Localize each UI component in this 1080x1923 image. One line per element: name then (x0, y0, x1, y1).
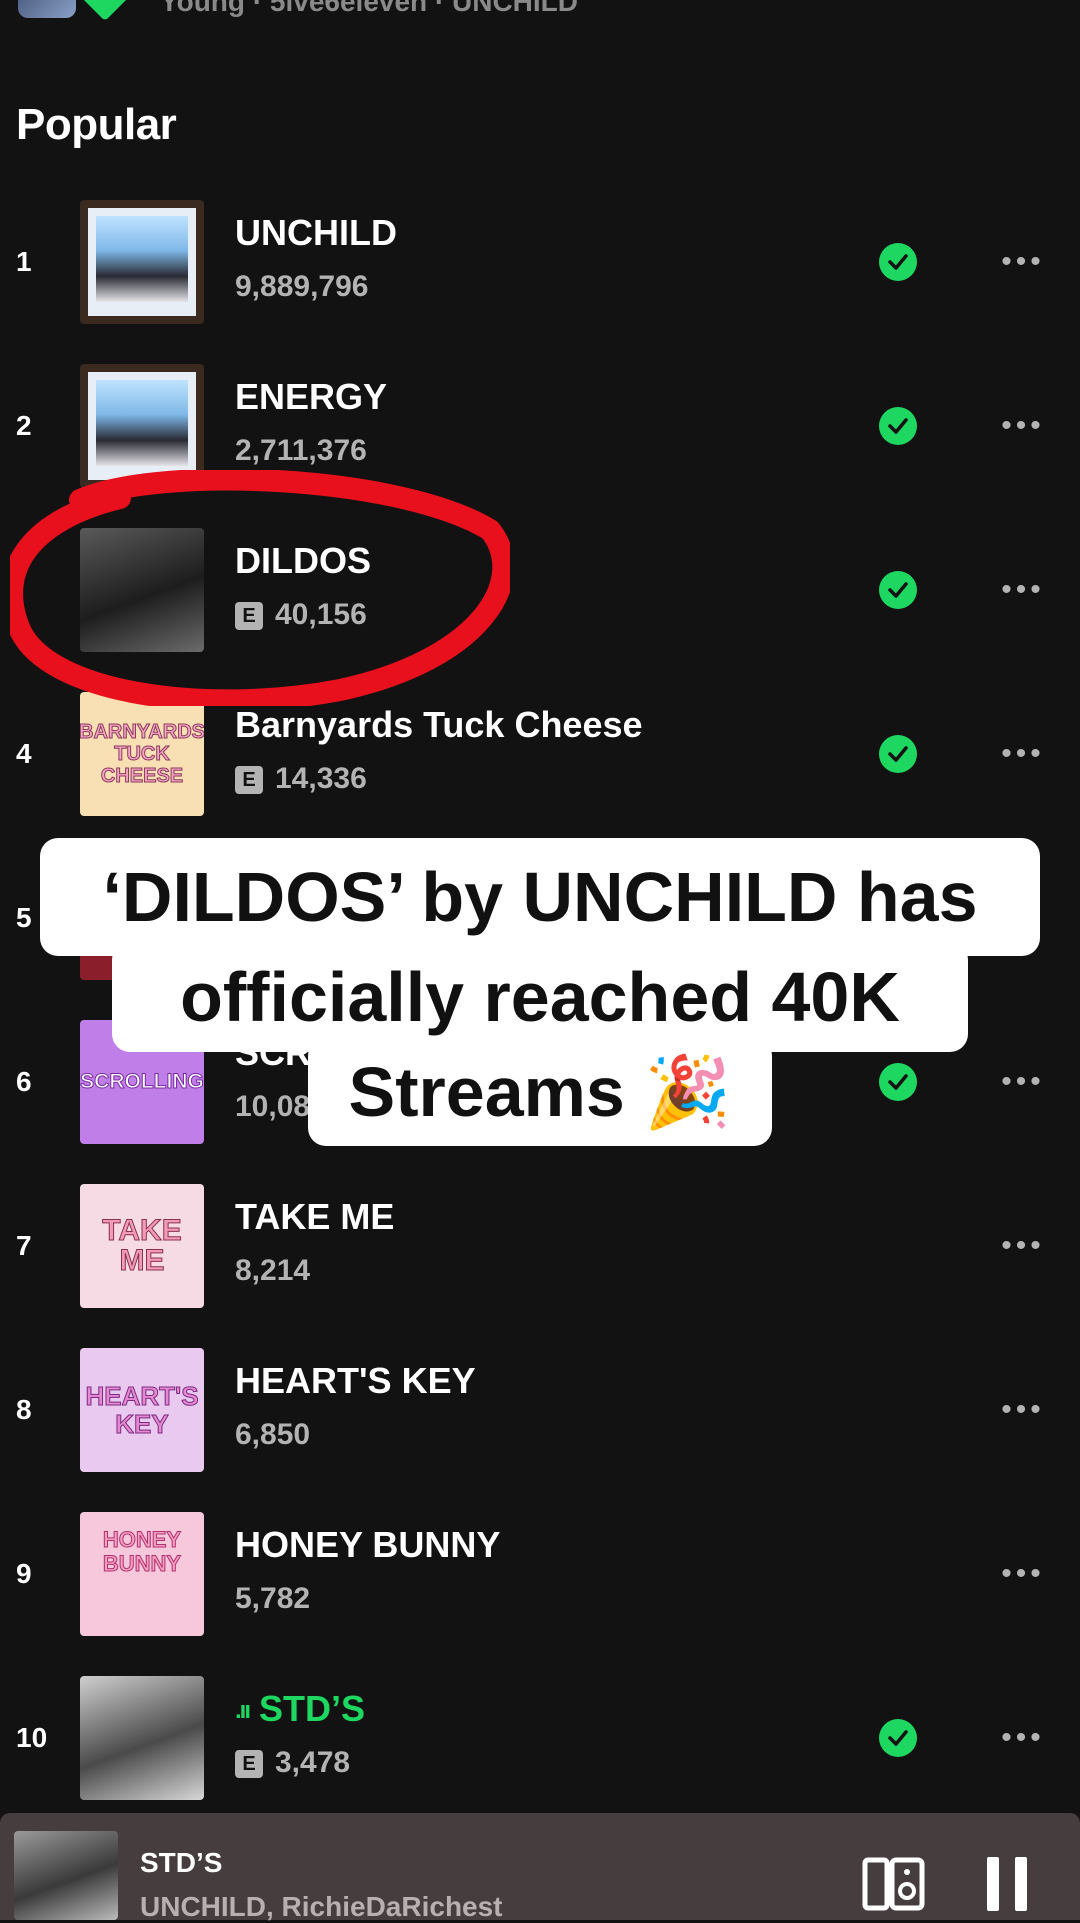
track-title: TAKE ME (235, 1196, 395, 1237)
album-cover (80, 364, 204, 488)
more-options-icon[interactable]: ••• (996, 736, 1050, 772)
more-options-icon[interactable]: ••• (996, 1392, 1050, 1428)
album-cover: HEART'S KEY (80, 1348, 204, 1472)
more-options-icon[interactable]: ••• (996, 1064, 1050, 1100)
artist-header-strip: Young · 5ive6eleven · UNCHILD (0, 0, 1080, 30)
saved-check-icon[interactable] (879, 407, 917, 445)
play-count-value: 9,889,796 (235, 270, 369, 303)
section-title: Popular (16, 100, 177, 149)
track-title: HONEY BUNNY (235, 1524, 501, 1565)
caption-line-3: Streams 🎉 (308, 1038, 772, 1146)
more-options-icon[interactable]: ••• (996, 1720, 1050, 1756)
play-count: 6,850 (235, 1418, 310, 1452)
saved-check-icon[interactable] (879, 1719, 917, 1757)
track-title: ENERGY (235, 376, 388, 417)
track-title: .ıı STD’S (235, 1688, 365, 1730)
caption-line-1: ‘DILDOS’ by UNCHILD has (40, 838, 1040, 956)
play-count: 2,711,376 (235, 434, 367, 468)
track-rank: 6 (16, 1066, 32, 1097)
track-title: UNCHILD (235, 212, 397, 253)
avatar[interactable] (18, 0, 76, 18)
play-count: 5,782 (235, 1582, 310, 1616)
cover-art-text: HONEY BUNNY (102, 1527, 182, 1576)
now-playing-bar[interactable]: STD’S UNCHILD, RichieDaRichest (0, 1813, 1080, 1922)
track-row[interactable]: 4 BARNYARDS TUCK CHEESE Barnyards Tuck C… (0, 692, 1080, 856)
more-options-icon[interactable]: ••• (996, 244, 1050, 280)
play-count-value: 14,336 (275, 762, 367, 795)
album-cover: TAKE ME (80, 1184, 204, 1308)
play-count-value: 10,08 (235, 1090, 311, 1123)
track-title: DILDOS (235, 540, 372, 581)
track-rank: 7 (16, 1230, 32, 1261)
saved-check-icon[interactable] (879, 735, 917, 773)
track-row[interactable]: 1 UNCHILD 9,889,796 ••• (0, 200, 1080, 364)
cover-art-text: TAKE ME (102, 1214, 182, 1277)
saved-check-icon[interactable] (879, 1063, 917, 1101)
pause-icon[interactable] (985, 1857, 1029, 1911)
play-count: E 40,156 (235, 598, 367, 632)
album-cover: HONEY BUNNY (80, 1512, 204, 1636)
now-playing-cover (14, 1831, 118, 1920)
now-playing-title: STD’S (140, 1847, 223, 1878)
album-cover (80, 1676, 204, 1800)
more-options-icon[interactable]: ••• (996, 408, 1050, 444)
track-title: HEART'S KEY (235, 1360, 476, 1401)
explicit-badge: E (235, 766, 263, 794)
album-cover: BARNYARDS TUCK CHEESE (80, 692, 204, 816)
play-count-value: 40,156 (275, 598, 367, 631)
track-row[interactable]: 8 HEART'S KEY HEART'S KEY 6,850 ••• (0, 1348, 1080, 1512)
play-count-value: 2,711,376 (235, 434, 367, 467)
more-options-icon[interactable]: ••• (996, 1556, 1050, 1592)
play-count-value: 6,850 (235, 1418, 311, 1451)
explicit-badge: E (235, 1750, 263, 1778)
track-rank: 9 (16, 1558, 32, 1589)
cover-art-text: BARNYARDS TUCK CHEESE (80, 721, 204, 788)
caption-line-2: officially reached 40K (112, 942, 968, 1052)
track-row[interactable]: 9 HONEY BUNNY HONEY BUNNY 5,782 ••• (0, 1512, 1080, 1676)
more-options-icon[interactable]: ••• (996, 1228, 1050, 1264)
verified-icon (80, 0, 130, 22)
track-rank: 8 (16, 1394, 32, 1425)
track-row[interactable]: 7 TAKE ME TAKE ME 8,214 ••• (0, 1184, 1080, 1348)
explicit-badge: E (235, 602, 263, 630)
play-count: E 3,478 (235, 1746, 350, 1780)
track-row[interactable]: DILDOS E 40,156 ••• (0, 528, 1080, 692)
track-title: Barnyards Tuck Cheese (235, 704, 643, 745)
track-rank (16, 528, 56, 652)
play-count-value: 8,214 (235, 1254, 311, 1287)
now-playing-artists: UNCHILD, RichieDaRichest (140, 1891, 503, 1922)
play-count: 9,889,796 (235, 270, 368, 304)
play-count-value: 3,478 (275, 1746, 351, 1779)
track-row[interactable]: 2 ENERGY 2,711,376 ••• (0, 364, 1080, 528)
album-cover (80, 528, 204, 652)
album-cover (80, 200, 204, 324)
more-options-icon[interactable]: ••• (996, 572, 1050, 608)
track-rank: 2 (16, 410, 32, 441)
now-playing-equalizer-icon: .ıı (235, 1697, 251, 1725)
connect-device-icon[interactable] (862, 1857, 926, 1911)
track-title-text: STD’S (259, 1688, 366, 1729)
saved-check-icon[interactable] (879, 243, 917, 281)
play-count: E 14,336 (235, 762, 367, 796)
track-rank: 10 (16, 1722, 48, 1753)
cover-art-text: HEART'S KEY (85, 1381, 199, 1439)
play-count-value: 5,782 (235, 1582, 311, 1615)
header-partial-text: Young · 5ive6eleven · UNCHILD (160, 0, 579, 17)
track-rank: 1 (16, 246, 32, 277)
play-count: 8,214 (235, 1254, 310, 1288)
saved-check-icon[interactable] (879, 571, 917, 609)
play-count: 10,08 (235, 1090, 310, 1124)
track-rank: 4 (16, 738, 32, 769)
